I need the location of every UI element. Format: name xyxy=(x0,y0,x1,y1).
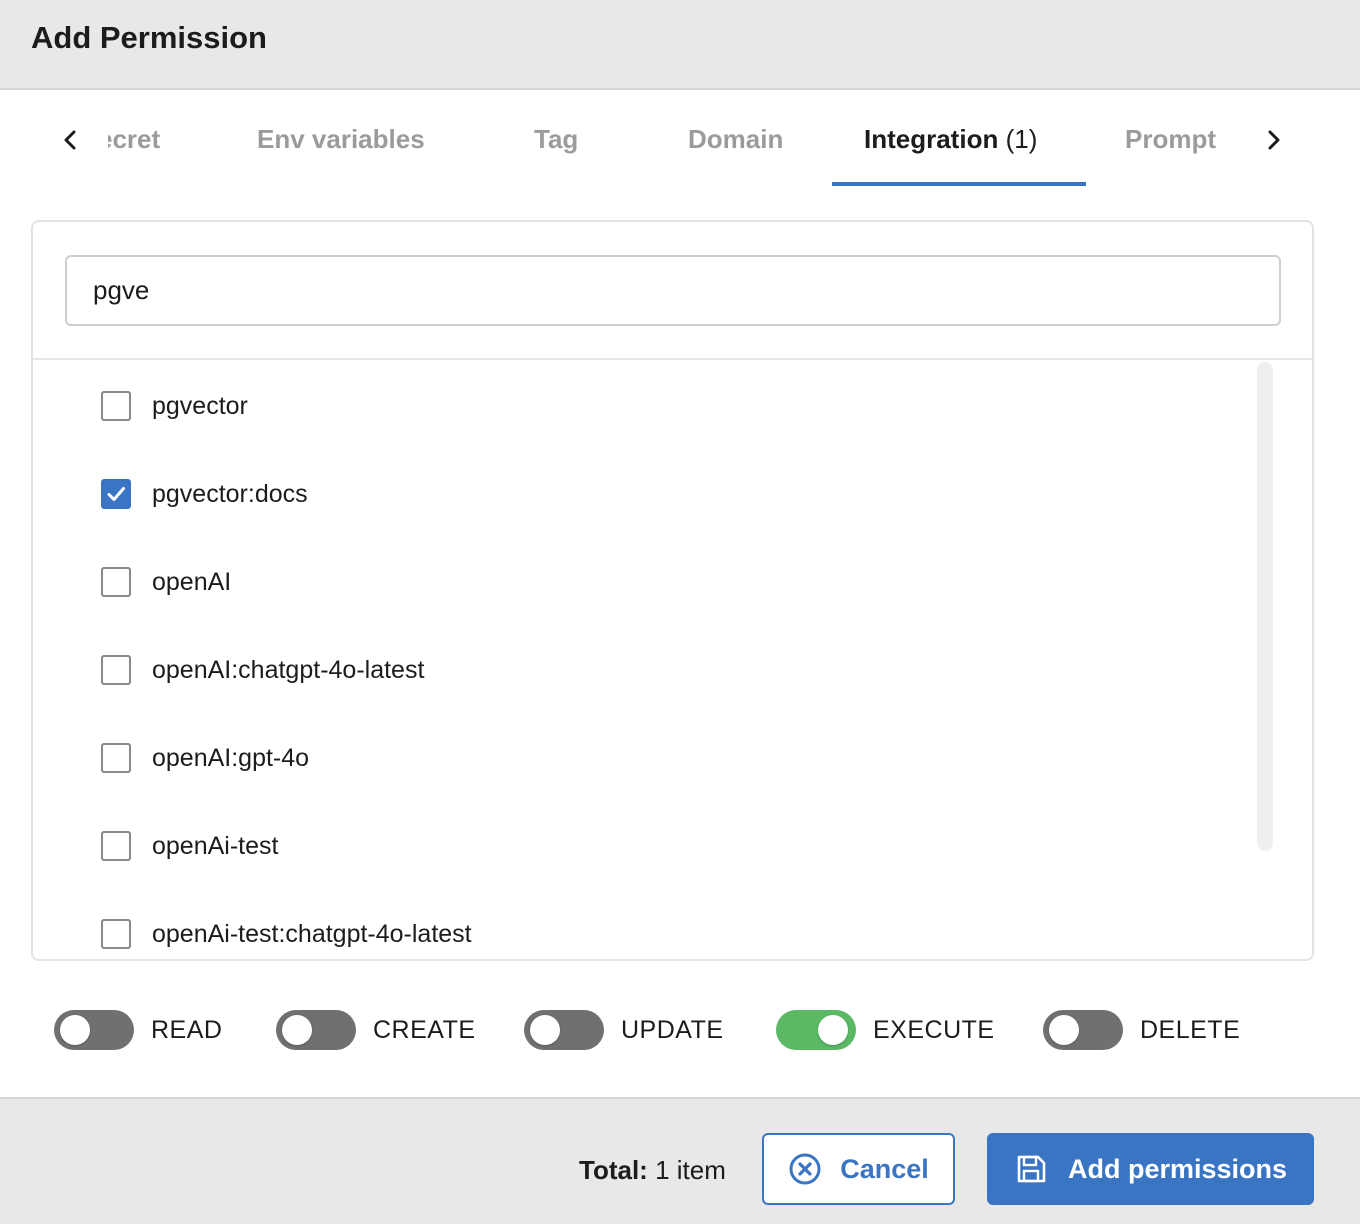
list-item[interactable]: openAI:gpt-4o xyxy=(101,738,309,778)
toggle-knob xyxy=(818,1015,848,1045)
permission-label: CREATE xyxy=(373,1015,476,1044)
toggle-knob xyxy=(282,1015,312,1045)
permission-update[interactable]: UPDATE xyxy=(524,1008,724,1052)
permission-label: EXECUTE xyxy=(873,1015,995,1044)
total-count: Total: 1 item xyxy=(579,1155,726,1186)
active-tab-indicator xyxy=(832,182,1086,186)
tab-domain[interactable]: Domain xyxy=(688,124,783,155)
list-item-label: pgvector xyxy=(152,391,248,420)
toggle-knob xyxy=(1049,1015,1079,1045)
list-item[interactable]: openAi-test xyxy=(101,826,278,866)
cancel-button[interactable]: Cancel xyxy=(762,1133,955,1205)
tab-prompt[interactable]: Prompt xyxy=(1125,124,1216,155)
add-permissions-button-label: Add permissions xyxy=(1067,1153,1288,1184)
permission-label: READ xyxy=(151,1015,223,1044)
tab-secret-clip: ecret xyxy=(108,124,178,164)
checkbox[interactable] xyxy=(101,391,131,421)
tab-bar: ecret Env variables Tag Domain Integrati… xyxy=(0,92,1360,188)
tab-scroll-left-button[interactable] xyxy=(54,120,86,160)
chevron-left-icon xyxy=(64,130,76,150)
add-permissions-button[interactable]: Add permissions xyxy=(987,1133,1314,1205)
list-item-label: openAI:chatgpt-4o-latest xyxy=(152,655,425,684)
list-item[interactable]: openAI:chatgpt-4o-latest xyxy=(101,650,424,690)
dialog-title: Add Permission xyxy=(31,20,267,55)
list-item[interactable]: openAi-test:chatgpt-4o-latest xyxy=(101,914,472,954)
list-item[interactable]: pgvector xyxy=(101,386,248,426)
total-label: Total: xyxy=(579,1155,648,1185)
checkbox[interactable] xyxy=(101,919,131,949)
search-input[interactable] xyxy=(65,255,1281,326)
checkbox[interactable] xyxy=(101,567,131,597)
toggle-knob xyxy=(530,1015,560,1045)
cancel-button-label: Cancel xyxy=(840,1153,929,1184)
permission-label: DELETE xyxy=(1140,1015,1241,1044)
execute-toggle[interactable] xyxy=(776,1010,856,1050)
close-circle-icon xyxy=(788,1152,822,1186)
toggle-knob xyxy=(60,1015,90,1045)
integration-list: pgvector pgvector:docs openAI openAI:cha… xyxy=(33,360,1312,959)
list-item-label: pgvector:docs xyxy=(152,479,308,508)
chevron-right-icon xyxy=(1268,130,1280,150)
tab-scroll-right-button[interactable] xyxy=(1258,120,1290,160)
tab-secret[interactable]: ecret xyxy=(108,124,160,155)
permission-execute[interactable]: EXECUTE xyxy=(776,1008,995,1052)
checkmark-icon xyxy=(107,487,125,501)
total-value: 1 item xyxy=(655,1155,726,1185)
tab-tag[interactable]: Tag xyxy=(534,124,578,155)
list-item-label: openAI xyxy=(152,567,232,596)
integration-panel: pgvector pgvector:docs openAI openAI:cha… xyxy=(31,220,1314,961)
checkbox[interactable] xyxy=(101,655,131,685)
checkbox[interactable] xyxy=(101,743,131,773)
permission-label: UPDATE xyxy=(621,1015,724,1044)
permission-create[interactable]: CREATE xyxy=(276,1008,476,1052)
read-toggle[interactable] xyxy=(54,1010,134,1050)
list-item-label: openAi-test:chatgpt-4o-latest xyxy=(152,919,472,948)
checkbox-checked[interactable] xyxy=(101,479,131,509)
delete-toggle[interactable] xyxy=(1043,1010,1123,1050)
save-icon xyxy=(1014,1152,1048,1186)
tab-integration-label: Integration xyxy=(864,124,999,154)
permission-toggles: READ CREATE UPDATE EXECUTE DELETE xyxy=(0,1000,1360,1060)
list-item[interactable]: pgvector:docs xyxy=(101,474,308,514)
update-toggle[interactable] xyxy=(524,1010,604,1050)
list-item-label: openAI:gpt-4o xyxy=(152,743,310,772)
create-toggle[interactable] xyxy=(276,1010,356,1050)
tab-env-variables[interactable]: Env variables xyxy=(257,124,425,155)
dialog-header: Add Permission xyxy=(0,0,1360,90)
permission-delete[interactable]: DELETE xyxy=(1043,1008,1240,1052)
list-scrollbar[interactable] xyxy=(1257,362,1273,851)
checkbox[interactable] xyxy=(101,831,131,861)
tab-integration-count: (1) xyxy=(1005,124,1038,154)
tab-integration[interactable]: Integration (1) xyxy=(864,124,1037,155)
permission-read[interactable]: READ xyxy=(54,1008,222,1052)
dialog-footer: Total: 1 item Cancel Add permissions xyxy=(0,1097,1360,1224)
list-item[interactable]: openAI xyxy=(101,562,231,602)
list-item-label: openAi-test xyxy=(152,831,279,860)
